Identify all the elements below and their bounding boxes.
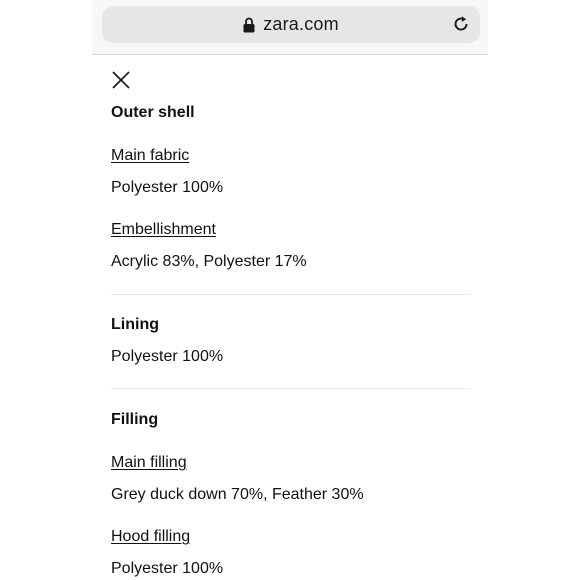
close-icon[interactable] (111, 70, 131, 90)
main-fabric-label: Main fabric (111, 147, 190, 164)
address-bar[interactable]: zara.com (102, 6, 480, 43)
section-divider (111, 294, 471, 295)
hood-filling-value: Polyester 100% (111, 560, 224, 577)
hood-filling-label: Hood filling (111, 528, 191, 545)
screen: zara.com Outer shell Main fabric Polyest… (0, 0, 580, 580)
lock-icon (243, 17, 255, 32)
main-filling-value: Grey duck down 70%, Feather 30% (111, 486, 364, 503)
lining-title: Lining (111, 316, 159, 333)
lining-value: Polyester 100% (111, 348, 224, 365)
filling-title: Filling (111, 411, 159, 428)
embellishment-value: Acrylic 83%, Polyester 17% (111, 253, 307, 270)
address-bar-center: zara.com (102, 6, 480, 43)
browser-toolbar: zara.com (92, 0, 488, 55)
reload-icon[interactable] (451, 14, 471, 34)
section-divider (111, 388, 471, 389)
main-fabric-value: Polyester 100% (111, 179, 224, 196)
outer-shell-title: Outer shell (111, 104, 195, 121)
url-text[interactable]: zara.com (263, 14, 339, 35)
main-filling-label: Main filling (111, 454, 187, 471)
embellishment-label: Embellishment (111, 221, 216, 238)
